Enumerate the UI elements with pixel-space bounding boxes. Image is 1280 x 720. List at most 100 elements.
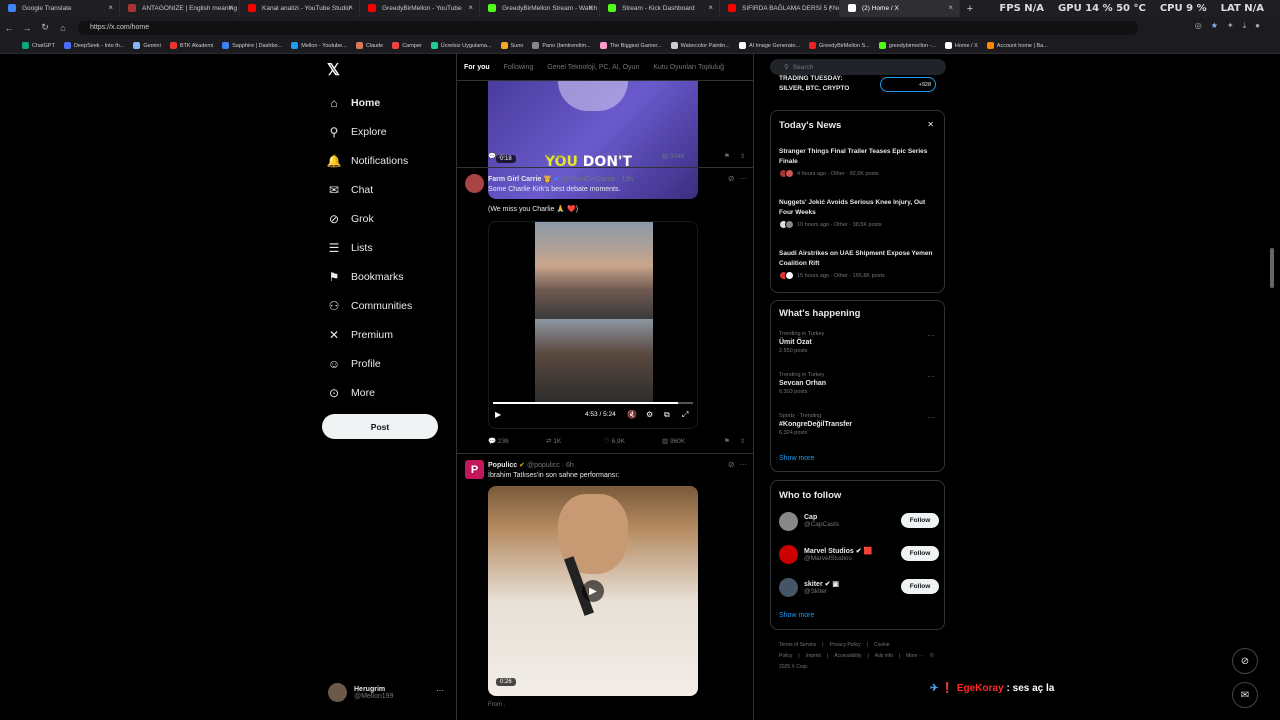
views-button[interactable]: ▥ 324K: [662, 152, 720, 161]
avatar[interactable]: [779, 544, 798, 564]
bookmark-item[interactable]: DeepSeek - Into th...: [63, 42, 124, 49]
follow-button[interactable]: Follow: [901, 546, 939, 561]
tweet-video[interactable]: ▶ 0:26: [488, 486, 698, 696]
bookmark-item[interactable]: Claude: [355, 42, 383, 49]
tweet-menu[interactable]: ⊘ ···: [728, 174, 747, 183]
follow-suggestion[interactable]: Cap @CapCasts Follow: [779, 510, 939, 532]
show-more-link[interactable]: Show more: [779, 612, 814, 619]
repost-button[interactable]: ⇄ 1K: [546, 437, 604, 446]
more-icon[interactable]: ···: [927, 372, 935, 381]
nav-item-communities[interactable]: ⚇ Communities: [327, 292, 413, 321]
close-tab-icon[interactable]: ×: [948, 3, 953, 12]
bookmark-item[interactable]: Home / X: [944, 42, 978, 49]
extension-icon[interactable]: ◎: [1195, 21, 1202, 31]
like-button[interactable]: ♡ 6,9K: [604, 437, 662, 446]
browser-tab[interactable]: Google Translate ×: [0, 0, 120, 17]
repost-button[interactable]: ⇄ 150: [546, 152, 604, 161]
avatar[interactable]: [465, 174, 484, 193]
trend-item[interactable]: Sports · Trending #KongreDeğilTransfer 6,3…: [779, 413, 939, 436]
new-tab-button[interactable]: +: [960, 3, 980, 15]
footer-link[interactable]: Imprint: [806, 653, 821, 659]
trend-item[interactable]: Trending in Turkey Sevcan Orhan 6,303 post…: [779, 372, 939, 395]
grok-icon[interactable]: ⊘: [728, 174, 735, 183]
nav-item-profile[interactable]: ☺ Profile: [327, 350, 412, 379]
browser-tab[interactable]: (2) Home / X ×: [840, 0, 960, 17]
avatar[interactable]: P: [465, 460, 484, 479]
follow-suggestion[interactable]: skiter ✔ ▣ @Skiter Follow: [779, 576, 939, 598]
news-item[interactable]: Nuggets' Jokić Avoids Serious Knee Injur…: [779, 198, 934, 229]
close-tab-icon[interactable]: ×: [828, 3, 833, 12]
bookmark-item[interactable]: Ücretsiz Uygulama...: [430, 42, 492, 49]
close-tab-icon[interactable]: ×: [588, 3, 593, 12]
bookmark-item[interactable]: Mellon - Youtube...: [291, 42, 347, 49]
reply-button[interactable]: 💬 22: [488, 152, 546, 161]
more-icon[interactable]: ···: [927, 413, 935, 422]
tab-3[interactable]: Kutu Oyunları Topluluğ: [653, 64, 724, 71]
nav-item-notifications[interactable]: 🔔 Notifications: [327, 146, 412, 175]
bookmark-item[interactable]: Watercolor Paintin...: [670, 42, 730, 49]
bookmark-item[interactable]: Gemini: [133, 42, 161, 49]
settings-icon[interactable]: ⚙: [646, 410, 653, 419]
mute-icon[interactable]: 🔇: [627, 410, 637, 419]
bookmark-item[interactable]: The Biggest Gamer...: [599, 42, 662, 49]
pip-icon[interactable]: ⧉: [664, 410, 670, 420]
progress-bar[interactable]: [493, 402, 693, 404]
more-icon[interactable]: ···: [436, 686, 444, 695]
footer-link[interactable]: Accessibility: [834, 653, 861, 659]
footer-link[interactable]: More ···: [906, 653, 924, 659]
nav-item-premium[interactable]: ✕ Premium: [327, 321, 412, 350]
close-tab-icon[interactable]: ×: [348, 3, 353, 12]
more-icon[interactable]: ···: [739, 174, 747, 183]
follow-suggestion[interactable]: Marvel Studios ✔ 🟥 @MarvelStudios Follow: [779, 543, 939, 565]
more-icon[interactable]: ···: [927, 331, 935, 340]
footer-link[interactable]: Privacy Policy: [830, 642, 861, 648]
footer-link[interactable]: Ads info: [875, 653, 893, 659]
fullscreen-icon[interactable]: ⤢: [682, 410, 688, 420]
search-input[interactable]: ⚲ Search: [770, 59, 946, 75]
close-tab-icon[interactable]: ×: [468, 3, 473, 12]
tab-1[interactable]: Following: [504, 64, 534, 71]
tweet-menu[interactable]: ⊘ ···: [728, 460, 747, 469]
follow-button[interactable]: Follow: [901, 513, 939, 528]
reload-icon[interactable]: ↻: [36, 22, 54, 33]
download-icon[interactable]: ⤓: [1243, 21, 1247, 31]
share-icon[interactable]: ⇪: [740, 152, 745, 160]
footer-link[interactable]: Terms of Service: [779, 642, 816, 648]
spaces-listeners[interactable]: +928: [880, 77, 936, 92]
show-more-link[interactable]: Show more: [779, 455, 814, 462]
nav-item-chat[interactable]: ✉ Chat: [327, 175, 412, 204]
browser-tab[interactable]: Stream - Kick Dashboard ×: [600, 0, 720, 17]
nav-item-bookmarks[interactable]: ⚑ Bookmarks: [327, 263, 412, 292]
bookmark-item[interactable]: AI Image Generato...: [738, 42, 800, 49]
x-logo-icon[interactable]: 𝕏: [327, 60, 340, 80]
grok-icon[interactable]: ⊘: [728, 460, 735, 469]
bookmark-item[interactable]: Suno: [500, 42, 523, 49]
follow-button[interactable]: Follow: [901, 579, 939, 594]
play-icon[interactable]: ▶: [582, 580, 604, 602]
grok-float-button[interactable]: ⊘: [1232, 648, 1258, 674]
close-tab-icon[interactable]: ×: [228, 3, 233, 12]
nav-item-home[interactable]: ⌂ Home: [327, 88, 412, 117]
star-icon[interactable]: ★: [1211, 21, 1218, 31]
bookmark-item[interactable]: Sapphire | Dashbo...: [222, 42, 282, 49]
spaces-title[interactable]: TRADING TUESDAY: SILVER, BTC, CRYPTO: [779, 74, 849, 93]
bookmark-item[interactable]: Account home | Ba...: [986, 42, 1048, 49]
browser-tab[interactable]: ANTAGONIZE | English meaning - ×: [120, 0, 240, 17]
nav-item-lists[interactable]: ☰ Lists: [327, 233, 412, 262]
home-browser-icon[interactable]: ⌂: [54, 23, 72, 33]
close-tab-icon[interactable]: ×: [708, 3, 713, 12]
messages-float-button[interactable]: ✉: [1232, 682, 1258, 708]
browser-tab[interactable]: SIFIRDA BAĞLAMA DERSİ 5 ( Nota ×: [720, 0, 840, 17]
views-button[interactable]: ▥ 960K: [662, 437, 720, 446]
avatar[interactable]: [779, 577, 798, 597]
bookmark-item[interactable]: Camper: [392, 42, 422, 49]
bookmark-item[interactable]: greedybirmellon -...: [878, 42, 936, 49]
play-icon[interactable]: ▶: [495, 410, 501, 419]
puzzle-icon[interactable]: ✦: [1227, 21, 1234, 31]
post-button[interactable]: Post: [322, 414, 438, 439]
nav-item-more[interactable]: ⊙ More: [327, 379, 412, 408]
bookmark-item[interactable]: GreedyBirMellon S...: [809, 42, 870, 49]
url-input[interactable]: https://x.com/home: [78, 20, 1138, 35]
tweet-video[interactable]: ▶ 4:53 / 5:24 🔇 ⚙ ⧉ ⤢: [488, 221, 698, 429]
bookmark-item[interactable]: ChatGPT: [22, 42, 55, 49]
